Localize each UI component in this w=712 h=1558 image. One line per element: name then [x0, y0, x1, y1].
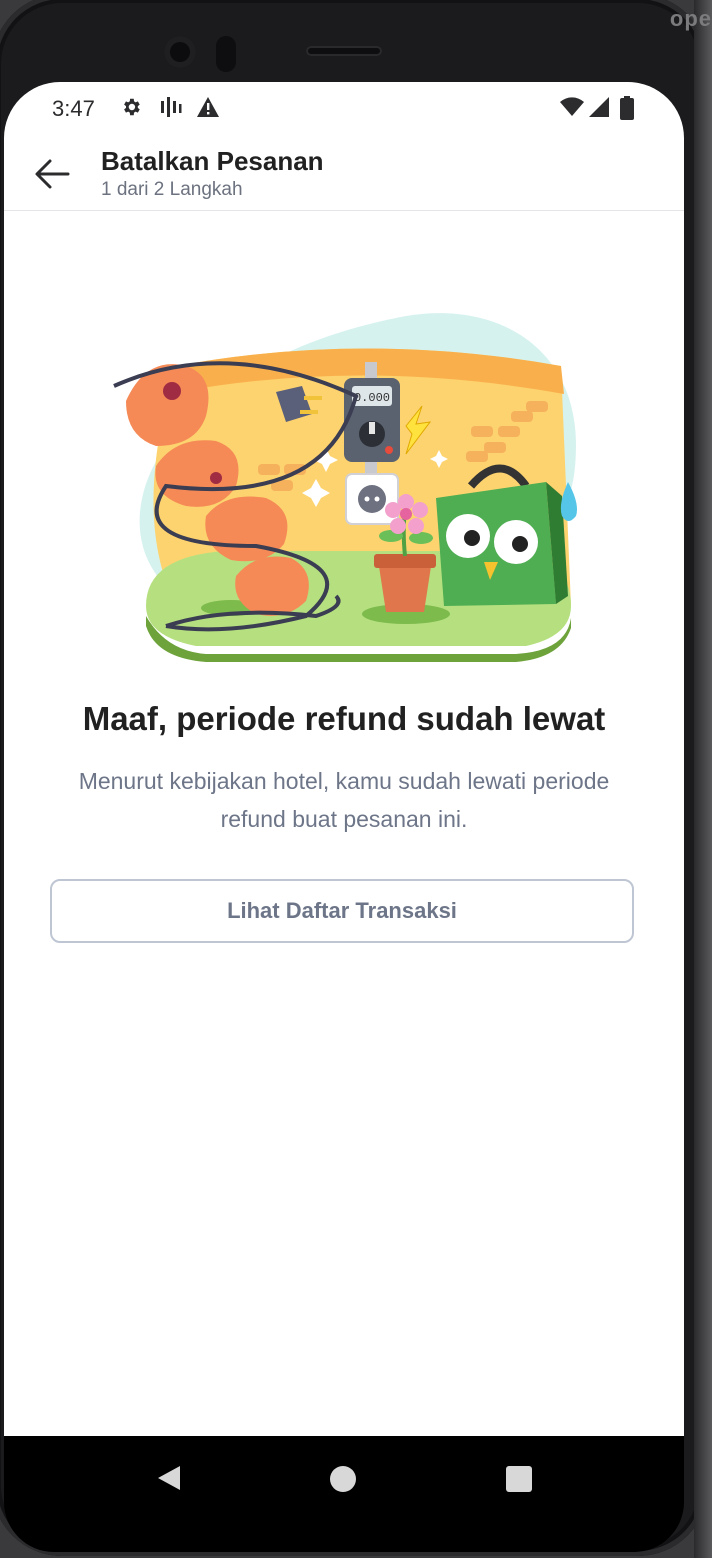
side-label: ope [669, 6, 712, 31]
nav-home-icon[interactable] [330, 1466, 356, 1492]
wifi-icon [560, 97, 584, 116]
proximity-sensor [216, 36, 236, 72]
page-heading: Maaf, periode refund sudah lewat [82, 700, 606, 737]
nav-back-icon[interactable] [156, 1464, 182, 1492]
warning-icon [197, 97, 219, 117]
arrow-left-icon[interactable] [32, 154, 72, 194]
nav-recents-icon[interactable] [506, 1466, 532, 1492]
status-bar: 3:47 [4, 82, 684, 138]
front-camera [164, 36, 196, 68]
page-description: Menurut kebijakan hotel, kamu sudah lewa… [78, 768, 610, 832]
side-strip [694, 0, 712, 1558]
meter-display: 0.000 [354, 391, 390, 405]
gear-icon [124, 98, 140, 116]
page-title: Batalkan Pesanan [101, 146, 324, 176]
app-bar: Batalkan Pesanan 1 dari 2 Langkah [4, 138, 684, 211]
earpiece-speaker [306, 46, 382, 56]
navigation-bar [4, 1436, 684, 1552]
signal-bars-icon [161, 97, 182, 117]
cellular-icon [589, 97, 609, 117]
screen: 3:47 Batalkan Pesanan 1 dari 2 Langkah 0… [4, 82, 684, 1436]
step-indicator: 1 dari 2 Langkah [101, 179, 243, 200]
battery-icon [620, 96, 634, 120]
refund-expired-illustration: 0.000 [113, 313, 577, 662]
view-transactions-button[interactable]: Lihat Daftar Transaksi [50, 879, 634, 943]
status-time: 3:47 [52, 96, 95, 121]
